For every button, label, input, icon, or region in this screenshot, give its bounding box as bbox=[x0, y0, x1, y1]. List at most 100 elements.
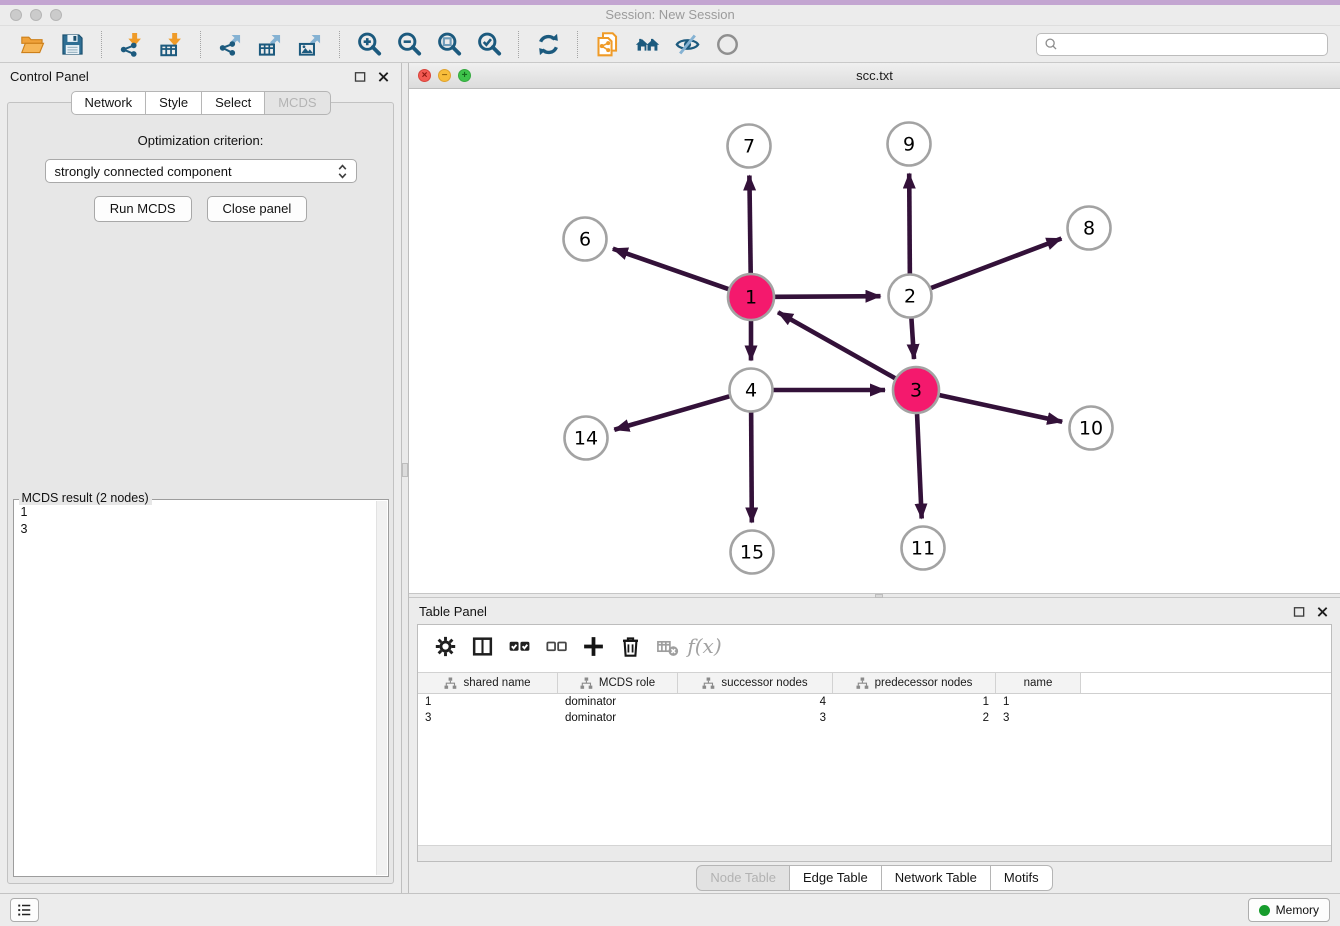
control-panel: Control Panel NetworkStyleSelectMCDS Opt… bbox=[0, 63, 402, 893]
import-table-button[interactable] bbox=[151, 29, 191, 60]
graph-node-8[interactable]: 8 bbox=[1068, 207, 1111, 250]
column-type-icon bbox=[702, 677, 715, 690]
splitter-grip[interactable] bbox=[402, 463, 408, 477]
task-history-button[interactable] bbox=[10, 898, 39, 922]
table-cell: 3 bbox=[996, 712, 1081, 724]
split-panel-button[interactable] bbox=[464, 629, 501, 663]
control-panel-tabs: NetworkStyleSelectMCDS bbox=[70, 91, 330, 115]
graph-node-2[interactable]: 2 bbox=[889, 275, 932, 318]
column-header-shared-name[interactable]: shared name bbox=[418, 673, 558, 693]
search-icon bbox=[1044, 37, 1058, 51]
close-icon bbox=[376, 69, 391, 84]
memory-button[interactable]: Memory bbox=[1248, 898, 1330, 922]
search-input[interactable] bbox=[1062, 37, 1320, 51]
export-network-button[interactable] bbox=[210, 29, 250, 60]
graph-node-11[interactable]: 11 bbox=[902, 527, 945, 570]
tab-motifs[interactable]: Motifs bbox=[991, 865, 1053, 891]
list-icon bbox=[16, 901, 34, 919]
graph-edge-3-10[interactable] bbox=[939, 395, 1062, 422]
tab-edge-table[interactable]: Edge Table bbox=[790, 865, 882, 891]
graph-edge-3-11[interactable] bbox=[917, 414, 922, 519]
graph-node-9[interactable]: 9 bbox=[888, 123, 931, 166]
mcds-result-text[interactable]: 1 3 bbox=[16, 502, 374, 874]
neighbors-button[interactable] bbox=[627, 29, 667, 60]
graph-edge-1-7[interactable] bbox=[749, 175, 750, 273]
import-network-button[interactable] bbox=[111, 29, 151, 60]
vertical-splitter[interactable] bbox=[402, 63, 409, 893]
table-frame: f(x) shared nameMCDS rolesuccessor nodes… bbox=[417, 624, 1332, 862]
tab-mcds[interactable]: MCDS bbox=[265, 91, 330, 115]
clone-network-button[interactable] bbox=[587, 29, 627, 60]
unselect-all-button[interactable] bbox=[538, 629, 575, 663]
tab-style[interactable]: Style bbox=[146, 91, 202, 115]
hide-selected-icon bbox=[674, 31, 701, 58]
hsplitter-grip[interactable] bbox=[875, 594, 883, 598]
import-network-icon bbox=[118, 31, 145, 58]
network-canvas[interactable]: 7 9 6 8 1 2 4 3 14 10 15 11 bbox=[409, 89, 1340, 593]
export-image-button[interactable] bbox=[290, 29, 330, 60]
tab-network[interactable]: Network bbox=[70, 91, 146, 115]
graph-node-15[interactable]: 15 bbox=[731, 531, 774, 574]
table-cell: dominator bbox=[558, 712, 678, 724]
close-icon bbox=[1315, 604, 1330, 619]
mcds-result-scrollbar[interactable] bbox=[376, 501, 387, 875]
zoom-fit-button[interactable] bbox=[429, 29, 469, 60]
select-all-button[interactable] bbox=[501, 629, 538, 663]
float-table-panel-button[interactable] bbox=[1292, 604, 1307, 619]
delete-columns-button[interactable] bbox=[612, 629, 649, 663]
graph-edge-2-8[interactable] bbox=[931, 238, 1061, 288]
table-row[interactable]: 3dominator323 bbox=[418, 710, 1331, 726]
export-table-button[interactable] bbox=[250, 29, 290, 60]
hide-selected-button[interactable] bbox=[667, 29, 707, 60]
column-header-name[interactable]: name bbox=[996, 673, 1081, 693]
close-panel-button-mcds[interactable]: Close panel bbox=[207, 196, 308, 222]
svg-text:9: 9 bbox=[903, 134, 915, 156]
horizontal-splitter[interactable] bbox=[409, 593, 1340, 598]
table-settings-button[interactable] bbox=[427, 629, 464, 663]
graph-edge-3-1[interactable] bbox=[778, 312, 895, 378]
network-graph: 7 9 6 8 1 2 4 3 14 10 15 11 bbox=[409, 89, 1339, 593]
add-column-button[interactable] bbox=[575, 629, 612, 663]
close-panel-button[interactable] bbox=[376, 69, 391, 84]
table-panel-title: Table Panel bbox=[419, 604, 487, 619]
float-panel-button[interactable] bbox=[353, 69, 368, 84]
graph-node-7[interactable]: 7 bbox=[728, 125, 771, 168]
save-session-button[interactable] bbox=[52, 29, 92, 60]
tab-node-table[interactable]: Node Table bbox=[696, 865, 790, 891]
graph-node-10[interactable]: 10 bbox=[1070, 407, 1113, 450]
graph-edge-2-9[interactable] bbox=[909, 173, 910, 273]
control-panel-title: Control Panel bbox=[10, 69, 89, 84]
column-header-MCDS-role[interactable]: MCDS role bbox=[558, 673, 678, 693]
graph-edge-1-6[interactable] bbox=[613, 249, 728, 289]
network-window-titlebar: × − + scc.txt bbox=[409, 63, 1340, 89]
criterion-dropdown[interactable]: strongly connected component bbox=[45, 159, 357, 183]
graph-edge-4-14[interactable] bbox=[614, 396, 729, 429]
graph-node-6[interactable]: 6 bbox=[564, 218, 607, 261]
graph-edge-1-2[interactable] bbox=[775, 296, 881, 297]
run-mcds-button[interactable]: Run MCDS bbox=[94, 196, 192, 222]
graph-edge-4-15[interactable] bbox=[751, 412, 752, 522]
table-row[interactable]: 1dominator411 bbox=[418, 694, 1331, 710]
graph-node-1[interactable]: 1 bbox=[728, 274, 774, 320]
close-table-panel-button[interactable] bbox=[1315, 604, 1330, 619]
column-header-successor-nodes[interactable]: successor nodes bbox=[678, 673, 833, 693]
graph-node-4[interactable]: 4 bbox=[730, 369, 773, 412]
tab-select[interactable]: Select bbox=[202, 91, 265, 115]
clone-network-icon bbox=[594, 31, 621, 58]
graph-node-3[interactable]: 3 bbox=[893, 367, 939, 413]
delete-table-icon bbox=[655, 634, 680, 659]
column-type-icon bbox=[580, 677, 593, 690]
zoom-selected-button[interactable] bbox=[469, 29, 509, 60]
graph-node-14[interactable]: 14 bbox=[565, 417, 608, 460]
float-icon bbox=[353, 69, 368, 84]
zoom-out-button[interactable] bbox=[389, 29, 429, 60]
tab-network-table[interactable]: Network Table bbox=[882, 865, 991, 891]
search-box[interactable] bbox=[1036, 33, 1328, 56]
select-all-icon bbox=[507, 634, 532, 659]
column-header-predecessor-nodes[interactable]: predecessor nodes bbox=[833, 673, 996, 693]
refresh-layout-button[interactable] bbox=[528, 29, 568, 60]
graph-edge-2-3[interactable] bbox=[911, 318, 914, 359]
open-session-button[interactable] bbox=[12, 29, 52, 60]
zoom-in-button[interactable] bbox=[349, 29, 389, 60]
svg-text:15: 15 bbox=[740, 542, 764, 564]
